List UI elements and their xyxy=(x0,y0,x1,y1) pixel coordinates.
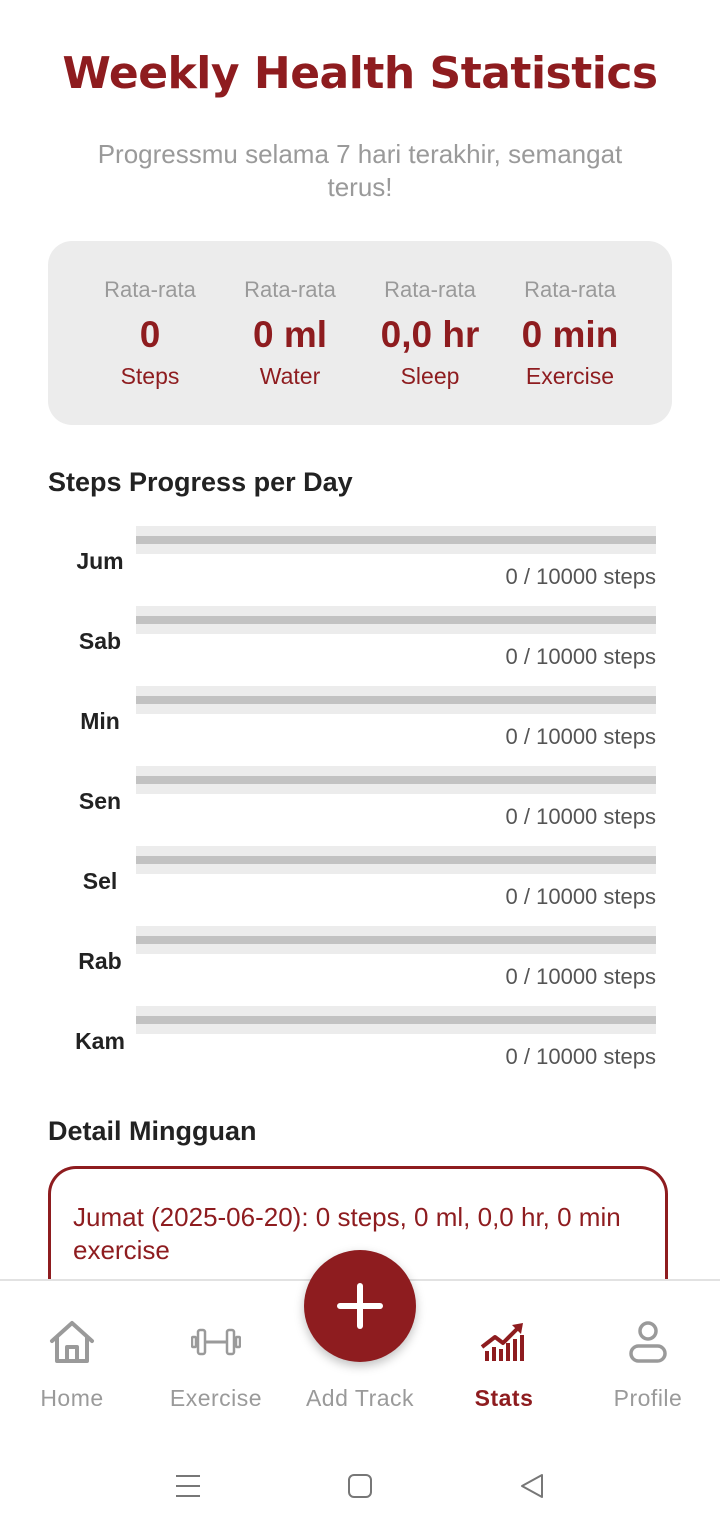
page-title: Weekly Health Statistics xyxy=(62,48,658,99)
steps-row-kam: Kam 0 / 10000 steps xyxy=(48,1006,656,1086)
recent-apps-icon[interactable] xyxy=(174,1472,202,1500)
steps-row-sen: Sen 0 / 10000 steps xyxy=(48,766,656,846)
nav-home[interactable]: Home xyxy=(0,1281,144,1431)
summary-steps: Rata-rata 0 Steps xyxy=(80,277,220,390)
steps-progress-bar xyxy=(136,846,656,874)
steps-row-rab: Rab 0 / 10000 steps xyxy=(48,926,656,1006)
system-navigation-bar xyxy=(0,1440,720,1530)
stat-caption: Rata-rata xyxy=(244,277,336,302)
nav-exercise[interactable]: Exercise xyxy=(144,1281,288,1431)
stat-value: 0 ml xyxy=(252,314,328,355)
steps-count-text: 0 / 10000 steps xyxy=(505,804,656,829)
nav-stats[interactable]: Stats xyxy=(432,1281,576,1431)
stat-caption: Rata-rata xyxy=(384,277,476,302)
nav-label: Profile xyxy=(613,1385,683,1411)
steps-count-text: 0 / 10000 steps xyxy=(505,1044,656,1069)
steps-progress-bar xyxy=(136,766,656,794)
steps-row-jum: Jum 0 / 10000 steps xyxy=(48,526,656,606)
steps-row-sab: Sab 0 / 10000 steps xyxy=(48,606,656,686)
nav-label: Home xyxy=(40,1385,104,1411)
steps-count-text: 0 / 10000 steps xyxy=(505,964,656,989)
stat-unit: Exercise xyxy=(525,363,615,389)
steps-progress-bar xyxy=(136,686,656,714)
stat-caption: Rata-rata xyxy=(524,277,616,302)
person-icon xyxy=(629,1321,667,1363)
stat-unit: Sleep xyxy=(400,363,460,389)
nav-label: Exercise xyxy=(169,1385,263,1411)
steps-count-text: 0 / 10000 steps xyxy=(505,644,656,669)
detail-section-title: Detail Mingguan xyxy=(48,1116,257,1146)
stat-unit: Steps xyxy=(120,363,180,389)
home-square-icon[interactable] xyxy=(347,1473,373,1499)
nav-label: Stats xyxy=(474,1385,534,1411)
steps-count-text: 0 / 10000 steps xyxy=(505,564,656,589)
steps-progress-bar xyxy=(136,1006,656,1034)
steps-row-min: Min 0 / 10000 steps xyxy=(48,686,656,766)
stat-value: 0 min xyxy=(521,314,619,355)
nav-profile[interactable]: Profile xyxy=(576,1281,720,1431)
stats-chart-icon xyxy=(480,1323,524,1361)
stat-unit: Water xyxy=(259,363,321,389)
plus-icon xyxy=(337,1283,383,1329)
stat-caption: Rata-rata xyxy=(104,277,196,302)
steps-progress-bar xyxy=(136,926,656,954)
steps-row-sel: Sel 0 / 10000 steps xyxy=(48,846,656,926)
steps-count-text: 0 / 10000 steps xyxy=(505,884,656,909)
steps-section-title: Steps Progress per Day xyxy=(48,467,353,497)
nav-label: Add Track xyxy=(305,1385,415,1411)
back-triangle-icon[interactable] xyxy=(518,1472,546,1500)
add-track-fab-button[interactable] xyxy=(304,1250,416,1362)
summary-sleep: Rata-rata 0,0 hr Sleep xyxy=(360,277,500,390)
dumbbell-icon xyxy=(191,1328,241,1356)
stat-value: 0 xyxy=(139,314,161,355)
steps-progress-bar xyxy=(136,526,656,554)
steps-progress-bar xyxy=(136,606,656,634)
page-subtitle: Progressmu selama 7 hari terakhir, seman… xyxy=(97,139,623,202)
summary-water: Rata-rata 0 ml Water xyxy=(220,277,360,390)
stat-value: 0,0 hr xyxy=(380,314,480,355)
home-icon xyxy=(50,1321,94,1363)
steps-count-text: 0 / 10000 steps xyxy=(505,724,656,749)
summary-exercise: Rata-rata 0 min Exercise xyxy=(500,277,640,390)
summary-card: Rata-rata 0 Steps Rata-rata 0 ml Water R… xyxy=(48,241,672,425)
